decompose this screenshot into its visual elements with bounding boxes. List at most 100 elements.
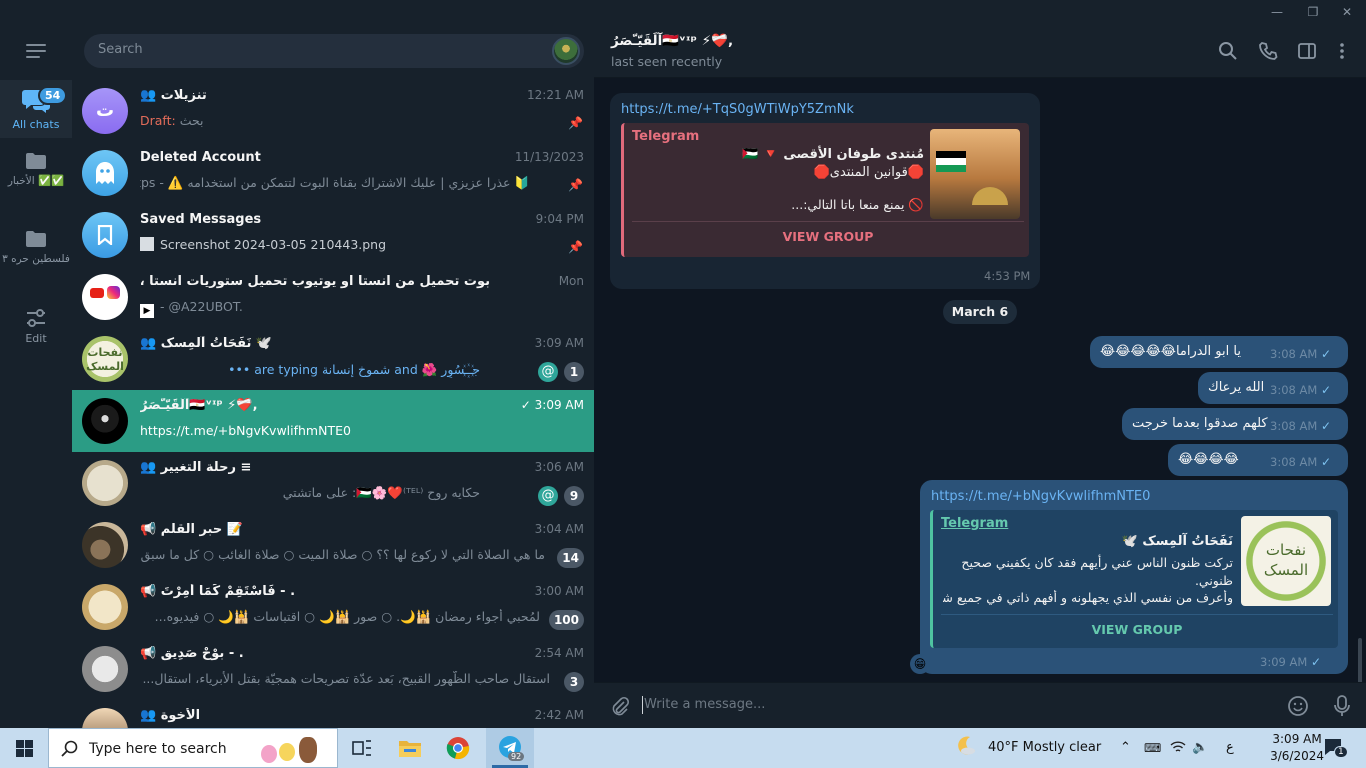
chat-time: Mon — [558, 274, 584, 288]
windows-icon — [16, 740, 33, 757]
search-icon[interactable] — [1218, 41, 1238, 61]
folder-palestine[interactable]: فلسطين حره ٣ — [0, 230, 72, 286]
keyboard-icon[interactable]: ⌨ — [1144, 728, 1161, 768]
play-icon: ▶ — [140, 304, 154, 318]
outgoing-message: يا ابو الدراما😂😂😂😂😂 3:08 AM ✓ — [1090, 336, 1348, 368]
input-language[interactable]: ع — [1226, 728, 1234, 768]
attach-icon[interactable] — [610, 696, 630, 716]
task-view-button[interactable] — [338, 728, 386, 768]
message-text: كلهم صدقوا بعدما خرجت — [1132, 416, 1268, 431]
avatar — [82, 584, 128, 630]
maximize-button[interactable]: ❐ — [1298, 0, 1328, 24]
chat-row[interactable]: بوت تحميل من انستا او يوتيوب تحميل ستوري… — [72, 266, 594, 328]
reaction[interactable]: 😁 — [910, 654, 930, 674]
message-link[interactable]: https://t.me/+bNgvKvwlifhmNTE0 — [931, 489, 1150, 504]
chat-row-active[interactable]: آلَقَيّـّصَرُ🇪🇬ᵛᶦᵖ ⚡❤️‍🩹, ✓ 3:09 AM http… — [72, 390, 594, 452]
taskbar: Type here to search 92 40°F Mostly clear… — [0, 728, 1366, 768]
message-link[interactable]: https://t.me/+TqS0gWTiWpY5ZmNk — [621, 102, 854, 117]
chat-name: 👥 الأخوة — [140, 708, 201, 723]
taskbar-search[interactable]: Type here to search — [48, 728, 338, 768]
close-button[interactable]: ✕ — [1332, 0, 1362, 24]
avatar: نفحات المسک — [82, 336, 128, 382]
unread-count: 9 — [564, 486, 584, 506]
view-group-button[interactable]: VIEW GROUP — [624, 229, 1032, 244]
volume-icon[interactable]: 🔈 — [1192, 728, 1208, 768]
message-time: 3:08 AM ✓ — [1270, 383, 1331, 397]
folder-all-chats[interactable]: 54 All chats — [0, 80, 72, 138]
more-icon[interactable] — [1332, 41, 1352, 61]
edit-folders[interactable]: Edit — [0, 308, 72, 352]
minimize-button[interactable]: — — [1262, 0, 1292, 24]
scrollbar[interactable] — [1358, 638, 1362, 682]
folder-news[interactable]: الأخبار ✅✅ — [0, 152, 72, 214]
chat-row[interactable]: ت 👥 تنزيلات 12:21 AM Draft: بحث 📌 — [72, 80, 594, 142]
outgoing-message: الله يرعاك 3:08 AM ✓ — [1198, 372, 1348, 404]
wifi-icon[interactable] — [1170, 728, 1186, 768]
menu-icon[interactable] — [26, 44, 46, 62]
preview-line: 🚫 يمنع منعا باتا التالي:... — [791, 197, 924, 212]
preview-title: نَفَحَاتُ آلمِسک 🕊️ — [1121, 534, 1233, 549]
avatar — [82, 522, 128, 568]
unread-count: 14 — [557, 548, 584, 568]
chat-time: 11/13/2023 — [514, 150, 584, 164]
chat-time: 2:54 AM — [534, 646, 584, 660]
folders-rail: 54 All chats الأخبار ✅✅ فلسطين حره ٣ Edi… — [0, 24, 72, 728]
chrome-button[interactable] — [434, 728, 482, 768]
start-button[interactable] — [0, 728, 48, 768]
phone-icon[interactable] — [1258, 41, 1278, 61]
preview-site: Telegram — [632, 129, 700, 144]
notifications-button[interactable]: 1 — [1324, 738, 1348, 758]
chat-time: 3:09 AM — [534, 336, 584, 350]
chat-name: 📢 حبر القلم 📝 — [140, 522, 243, 537]
clock[interactable]: 3:09 AM 3/6/2024 — [1270, 731, 1324, 765]
unread-count: 3 — [564, 672, 584, 692]
search-placeholder: Type here to search — [89, 741, 227, 757]
view-group-button[interactable]: VIEW GROUP — [933, 622, 1341, 637]
chat-row[interactable]: 📢 فَاسْتَقِمْ كَمَا أُمِرْتَ - . 3:00 AM… — [72, 576, 594, 638]
preview-line: تركت ظنون الناس عني رأيهم فقد كان يكفيني… — [961, 555, 1233, 588]
chat-row[interactable]: 📢 بوْحْ صَدِيق - . 2:54 AM استقال صاحب ا… — [72, 638, 594, 700]
pin-icon: 📌 — [568, 240, 583, 254]
emoji-icon[interactable] — [1287, 695, 1309, 717]
search-input[interactable] — [98, 42, 528, 57]
megaphone-icon: 📢 — [140, 584, 161, 599]
read-check-icon: ✓ — [1320, 455, 1331, 469]
message-input[interactable] — [644, 697, 1284, 712]
telegram-badge: 92 — [508, 752, 525, 761]
incoming-message: https://t.me/+TqS0gWTiWpY5ZmNk Telegram … — [610, 93, 1040, 289]
preview-title: مُنتدى طوفان الأقصى 🔻 🇵🇸 — [741, 147, 924, 162]
avatar — [82, 708, 128, 728]
sliders-icon — [27, 309, 45, 327]
chat-status: last seen recently — [611, 54, 723, 69]
chat-row[interactable]: 👥 الأخوة 2:42 AM — [72, 700, 594, 728]
chat-row[interactable]: نفحات المسک 👥 نَفَحَاتُ آلمِسک 🕊️ 3:09 AM… — [72, 328, 594, 390]
outgoing-message: كلهم صدقوا بعدما خرجت 3:08 AM ✓ — [1122, 408, 1348, 440]
chat-row[interactable]: 👥 رحلة التغيير ≡ 3:06 AM حكايه روح ⁽ᵀᴱᴸ⁾… — [72, 452, 594, 514]
folder-icon — [399, 741, 421, 757]
folder-label: All chats — [12, 118, 60, 131]
search-bar[interactable] — [84, 34, 584, 68]
weather-widget[interactable]: 40°F Mostly clear — [956, 728, 1101, 768]
link-preview[interactable]: Telegram مُنتدى طوفان الأقصى 🔻 🇵🇸 🛑قواني… — [621, 123, 1029, 257]
message-time: 4:53 PM — [984, 269, 1031, 283]
chat-name: Deleted Account — [140, 150, 261, 165]
link-preview[interactable]: Telegram نفحات المسک نَفَحَاتُ آلمِسک 🕊️ … — [930, 510, 1338, 648]
chat-row[interactable]: Deleted Account 11/13/2023 🔰 عذرا عزيزي … — [72, 142, 594, 204]
chat-row[interactable]: 📢 حبر القلم 📝 3:04 AM ما هي الصلاة التي … — [72, 514, 594, 576]
file-explorer-button[interactable] — [386, 728, 434, 768]
chat-time: 3:04 AM — [534, 522, 584, 536]
chat-title[interactable]: آلَقَيّـّصَرُ🇪🇬ᵛᶦᵖ ⚡❤️‍🩹, — [611, 33, 733, 49]
chat-preview: Draft: بحث — [140, 113, 204, 128]
chat-time: 3:00 AM — [534, 584, 584, 598]
tray-expand-icon[interactable]: ⌃ — [1120, 728, 1131, 768]
chat-preview: لمُحبي أجواء رمضان 🕌🌙. ○ صور 🕌🌙 ○ اقتباس… — [154, 609, 540, 624]
preview-image: نفحات المسک — [1241, 516, 1331, 606]
chat-row[interactable]: Saved Messages 9:04 PM Screenshot 2024-0… — [72, 204, 594, 266]
chat-name: 👥 تنزيلات — [140, 88, 207, 103]
account-avatar[interactable] — [552, 37, 580, 65]
telegram-button[interactable]: 92 — [486, 728, 534, 768]
sidebar-toggle-icon[interactable] — [1297, 41, 1317, 61]
chat-header: آلَقَيّـّصَرُ🇪🇬ᵛᶦᵖ ⚡❤️‍🩹, last seen rece… — [594, 24, 1366, 78]
microphone-icon[interactable] — [1333, 694, 1351, 718]
search-icon — [61, 740, 78, 757]
